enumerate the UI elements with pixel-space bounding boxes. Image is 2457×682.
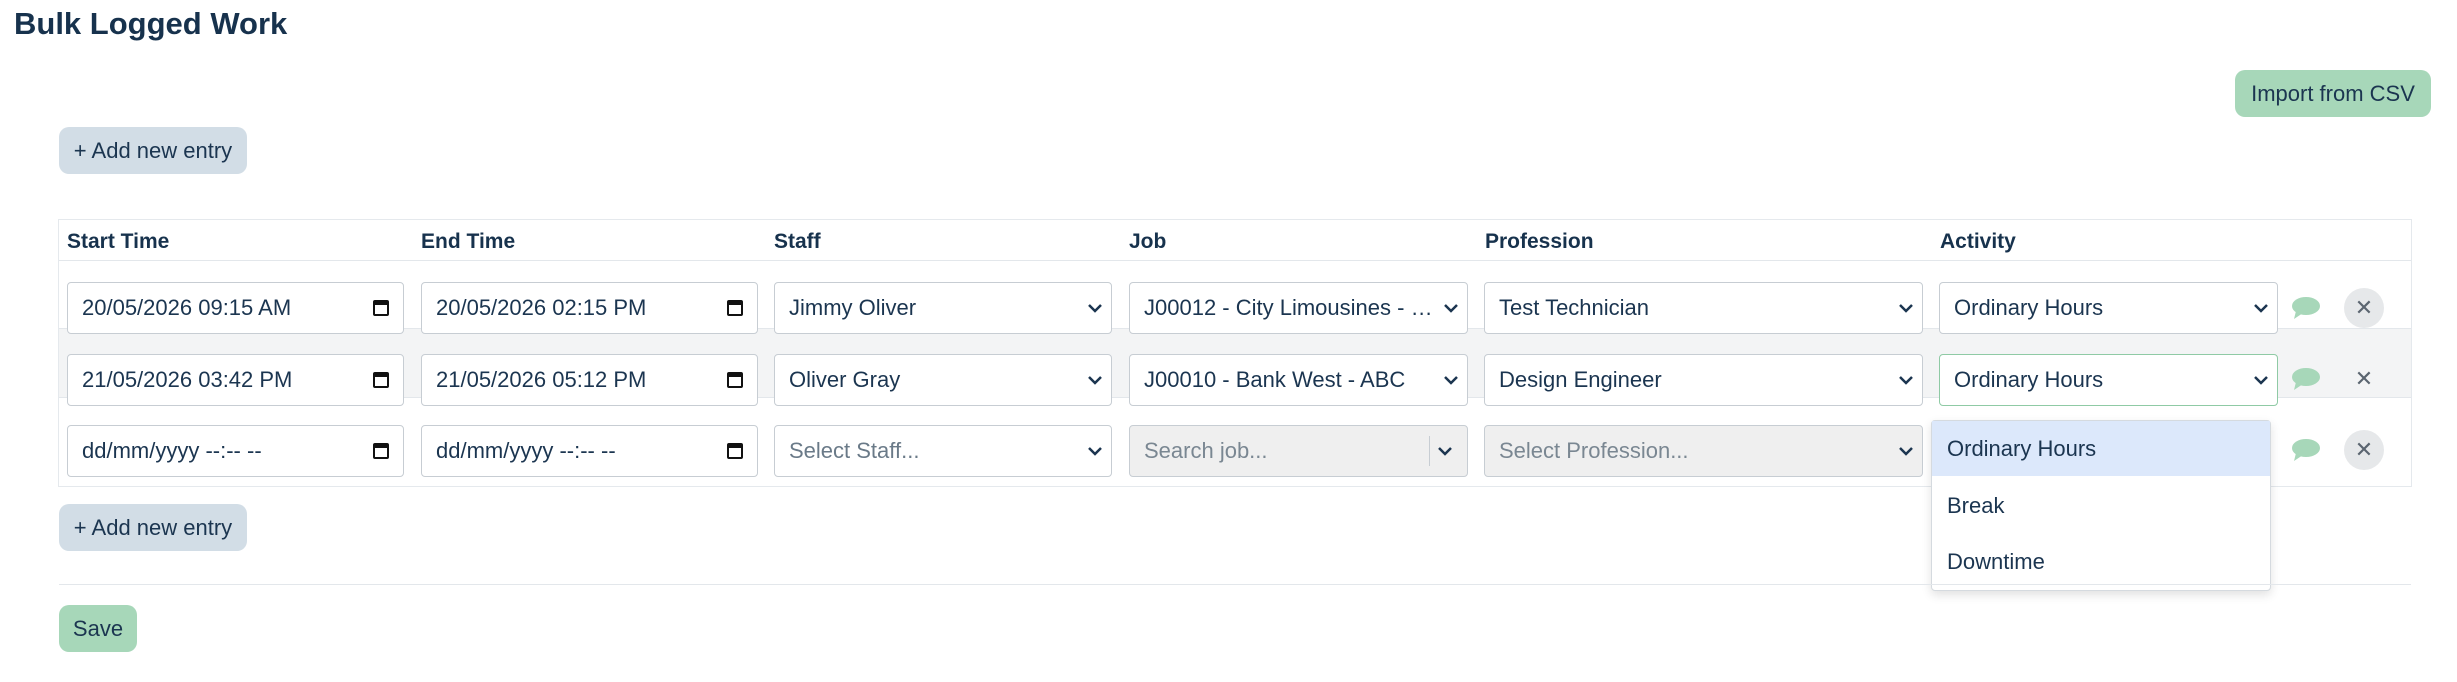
job-select[interactable]: J00010 - Bank West - ABC [1129,354,1468,406]
staff-select[interactable]: Jimmy Oliver [774,282,1112,334]
import-csv-button[interactable]: Import from CSV [2235,70,2431,117]
remove-row-button[interactable]: ✕ [2344,288,2384,328]
comment-icon[interactable] [2291,438,2321,462]
start-time-input[interactable]: 21/05/2026 03:42 PM [67,354,404,406]
header-staff: Staff [774,230,821,253]
chevron-down-icon[interactable] [2245,283,2277,333]
chevron-down-icon[interactable] [2245,355,2277,405]
chevron-down-icon[interactable] [1079,426,1111,476]
end-time-input[interactable]: dd/mm/yyyy --:-- -- [421,425,758,477]
staff-value: Oliver Gray [789,367,901,392]
end-time-input[interactable]: 20/05/2026 02:15 PM [421,282,758,334]
header-end-time: End Time [421,230,516,253]
start-time-placeholder: dd/mm/yyyy --:-- -- [82,438,262,463]
profession-placeholder: Select Profession... [1499,438,1689,463]
calendar-icon[interactable] [727,300,743,316]
calendar-icon[interactable] [373,443,389,459]
staff-placeholder: Select Staff... [789,438,920,463]
job-value: J00010 - Bank West - ABC [1144,367,1406,392]
end-time-input[interactable]: 21/05/2026 05:12 PM [421,354,758,406]
job-value: J00012 - City Limousines - Installation [1144,295,1435,320]
chevron-down-icon[interactable] [1435,283,1467,333]
header-start-time: Start Time [67,230,170,253]
end-time-placeholder: dd/mm/yyyy --:-- -- [436,438,616,463]
profession-select[interactable]: Test Technician [1484,282,1923,334]
calendar-icon[interactable] [727,372,743,388]
calendar-icon[interactable] [373,300,389,316]
activity-dropdown-menu: Ordinary Hours Break Downtime [1931,420,2271,591]
add-new-entry-button[interactable]: + Add new entry [59,504,247,551]
chevron-down-icon[interactable] [1429,436,1459,466]
activity-value: Ordinary Hours [1954,367,2104,392]
end-time-value: 20/05/2026 02:15 PM [436,295,647,320]
close-icon: ✕ [2354,295,2374,320]
job-select[interactable]: J00012 - City Limousines - Installation [1129,282,1468,334]
chevron-down-icon[interactable] [1890,283,1922,333]
start-time-value: 21/05/2026 03:42 PM [82,367,293,392]
comment-icon[interactable] [2291,296,2321,320]
job-placeholder: Search job... [1144,438,1268,463]
calendar-icon[interactable] [727,443,743,459]
remove-row-button[interactable]: ✕ [2344,359,2384,399]
start-time-input[interactable]: dd/mm/yyyy --:-- -- [67,425,404,477]
profession-value: Test Technician [1499,295,1650,320]
header-profession: Profession [1485,230,1594,253]
add-new-entry-button[interactable]: + Add new entry [59,127,247,174]
activity-option-break[interactable]: Break [1932,478,2270,533]
header-activity: Activity [1940,230,2016,253]
divider [59,584,2411,585]
staff-select[interactable]: Select Staff... [774,425,1112,477]
start-time-value: 20/05/2026 09:15 AM [82,295,292,320]
end-time-value: 21/05/2026 05:12 PM [436,367,647,392]
profession-select[interactable]: Select Profession... [1484,425,1923,477]
page-title: Bulk Logged Work [14,6,288,41]
staff-select[interactable]: Oliver Gray [774,354,1112,406]
activity-value: Ordinary Hours [1954,295,2104,320]
close-icon: ✕ [2354,366,2374,391]
activity-option-downtime[interactable]: Downtime [1932,534,2270,589]
start-time-input[interactable]: 20/05/2026 09:15 AM [67,282,404,334]
header-job: Job [1129,230,1167,253]
chevron-down-icon[interactable] [1079,283,1111,333]
chevron-down-icon[interactable] [1890,355,1922,405]
activity-select[interactable]: Ordinary Hours [1939,354,2278,406]
profession-value: Design Engineer [1499,367,1662,392]
save-button[interactable]: Save [59,605,137,652]
profession-select[interactable]: Design Engineer [1484,354,1923,406]
chevron-down-icon[interactable] [1435,355,1467,405]
comment-icon[interactable] [2291,367,2321,391]
job-search-select[interactable]: Search job... [1129,425,1468,477]
activity-select[interactable]: Ordinary Hours [1939,282,2278,334]
remove-row-button[interactable]: ✕ [2344,430,2384,470]
close-icon: ✕ [2354,437,2374,462]
staff-value: Jimmy Oliver [789,295,917,320]
chevron-down-icon[interactable] [1890,426,1922,476]
chevron-down-icon[interactable] [1079,355,1111,405]
header-divider [59,260,2411,261]
calendar-icon[interactable] [373,372,389,388]
activity-option-ordinary-hours[interactable]: Ordinary Hours [1932,421,2270,476]
